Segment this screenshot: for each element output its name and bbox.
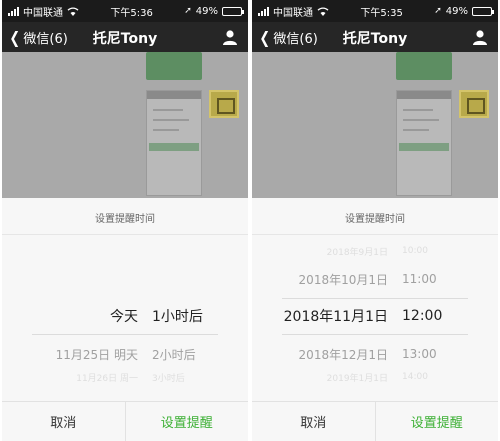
- battery-percent: 49%: [195, 5, 218, 17]
- battery-icon: [472, 6, 494, 16]
- reminder-picker-sheet: 设置提醒时间 今天 1小时后 11月25日 明天 2小时后 11月26日 周一 …: [2, 198, 248, 441]
- chat-title: 托尼Tony: [92, 31, 158, 47]
- time-cell: 3小时后: [152, 373, 185, 384]
- battery-percent: 49%: [445, 5, 468, 17]
- picker-row-selected[interactable]: 今天 1小时后: [2, 306, 248, 326]
- phone-screen-right: 中国联通 下午5:35 ➚ 49% ❮ 微信(6) 托尼Tony 设置提醒时间 …: [252, 0, 498, 441]
- set-reminder-button[interactable]: 设置提醒: [126, 402, 249, 441]
- time-cell: 14:00: [402, 372, 428, 382]
- signal-icon: [258, 6, 269, 16]
- person-icon[interactable]: [472, 29, 488, 45]
- picker-row[interactable]: 11月26日 周一 3小时后: [2, 372, 248, 384]
- time-cell: 2小时后: [152, 347, 196, 362]
- reminder-picker-sheet: 设置提醒时间 2018年9月1日 10:00 2018年10月1日 11:00 …: [252, 198, 498, 441]
- date-cell: 11月25日 明天: [55, 347, 138, 362]
- divider: [252, 234, 498, 235]
- cancel-button[interactable]: 取消: [252, 402, 376, 441]
- chat-nav-bar: ❮ 微信(6) 托尼Tony: [252, 22, 498, 52]
- status-bar: 中国联通 下午5:35 ➚ 49%: [252, 0, 498, 22]
- date-cell: 今天: [110, 309, 138, 325]
- location-arrow-icon: ➚: [434, 6, 442, 16]
- avatar: [459, 90, 489, 118]
- wifi-icon: [317, 6, 329, 16]
- chat-area-dimmed: [252, 52, 498, 198]
- date-cell: 2018年10月1日: [298, 272, 388, 287]
- carrier-label: 中国联通: [273, 7, 313, 19]
- picker-row[interactable]: 11月25日 明天 2小时后: [2, 344, 248, 364]
- image-message: [396, 90, 452, 196]
- picker-row[interactable]: 2018年9月1日 10:00: [252, 246, 498, 258]
- date-cell: 2018年11月1日: [283, 309, 388, 325]
- selection-line: [282, 334, 468, 335]
- message-bubble: [146, 52, 202, 80]
- picker-row[interactable]: 2018年10月1日 11:00: [252, 269, 498, 289]
- chat-title: 托尼Tony: [342, 31, 408, 47]
- sheet-footer: 取消 设置提醒: [2, 401, 248, 441]
- carrier-label: 中国联通: [23, 7, 63, 19]
- sheet-title: 设置提醒时间: [345, 214, 405, 225]
- time-cell: 12:00: [402, 308, 443, 324]
- picker-row[interactable]: 2019年1月1日 14:00: [252, 372, 498, 384]
- set-reminder-button[interactable]: 设置提醒: [376, 402, 499, 441]
- time-cell: 11:00: [402, 272, 437, 286]
- avatar: [209, 90, 239, 118]
- date-cell: 2018年12月1日: [298, 347, 388, 362]
- status-time: 下午5:36: [110, 7, 153, 19]
- selection-line: [32, 334, 218, 335]
- sheet-title: 设置提醒时间: [95, 214, 155, 225]
- location-arrow-icon: ➚: [184, 6, 192, 16]
- status-bar: 中国联通 下午5:36 ➚ 49%: [2, 0, 248, 22]
- person-icon[interactable]: [222, 29, 238, 45]
- date-cell: 11月26日 周一: [76, 373, 138, 384]
- message-bubble: [396, 52, 452, 80]
- date-cell: 2019年1月1日: [326, 373, 388, 384]
- selection-line: [282, 298, 468, 299]
- wifi-icon: [67, 6, 79, 16]
- divider: [2, 234, 248, 235]
- time-cell: 13:00: [402, 347, 437, 361]
- chat-nav-bar: ❮ 微信(6) 托尼Tony: [2, 22, 248, 52]
- sheet-footer: 取消 设置提醒: [252, 401, 498, 441]
- date-cell: 2018年9月1日: [326, 247, 388, 258]
- signal-icon: [8, 6, 19, 16]
- time-cell: 10:00: [402, 246, 428, 256]
- time-cell: 1小时后: [152, 309, 203, 325]
- picker-row-selected[interactable]: 2018年11月1日 12:00: [252, 306, 498, 326]
- phone-screen-left: 中国联通 下午5:36 ➚ 49% ❮ 微信(6) 托尼Tony 设置提醒时间 …: [2, 0, 248, 441]
- chat-area-dimmed: [2, 52, 248, 198]
- status-time: 下午5:35: [360, 7, 403, 19]
- picker-row[interactable]: 2018年12月1日 13:00: [252, 344, 498, 364]
- battery-icon: [222, 6, 244, 16]
- cancel-button[interactable]: 取消: [2, 402, 126, 441]
- image-message: [146, 90, 202, 196]
